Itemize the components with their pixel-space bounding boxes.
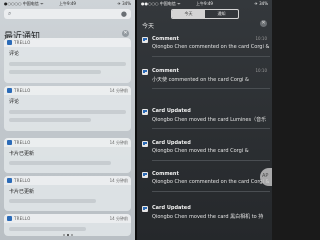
card-header: TRELLO 14 分钟前 (4, 86, 131, 95)
clock: 上午9:49 (59, 1, 76, 6)
notification-body: Qiongbo Chen commented on the card Corgi… (152, 179, 270, 185)
notification-item[interactable]: Comment 10:10 Qiongbo Chen commented on … (139, 36, 270, 57)
clock: 上午9:49 (196, 1, 213, 6)
app-name: TRELLO (14, 88, 31, 93)
tab-today[interactable]: 今天 (172, 10, 205, 18)
status-bar: ●○○○○ 中国电信 ᯤ 上午9:49 ✈ 34% (0, 0, 135, 8)
notification-title: Comment (152, 68, 179, 74)
section-title: 今天 (142, 23, 155, 30)
card-header: TRELLO 14 分钟前 (4, 214, 131, 223)
page-indicator (0, 234, 135, 236)
trello-icon (7, 140, 12, 145)
notification-title: Comment (152, 36, 179, 42)
blurred-content (9, 161, 111, 165)
card-header: TRELLO 14 分钟前 (4, 138, 131, 147)
trello-icon (142, 109, 148, 115)
notification-time: 14 分钟前 (109, 178, 128, 183)
notification-card[interactable]: TRELLO 14 分钟前 卡片已更新 (4, 176, 131, 211)
app-name: TRELLO (14, 40, 31, 45)
separator (152, 128, 270, 129)
notification-title: Card Updated (152, 205, 191, 211)
segmented-control: 今天 通知 (171, 9, 239, 19)
notification-item[interactable]: Card Updated Qiongbo Chen moved the card… (139, 140, 270, 161)
notification-item[interactable]: Card Updated Qiongbo Chen moved the card… (139, 108, 270, 129)
separator (152, 56, 270, 57)
trello-icon (142, 37, 148, 43)
page-dot (62, 234, 65, 236)
blurred-content (9, 199, 96, 203)
notification-text: 评论 (9, 99, 20, 105)
trello-icon (142, 172, 148, 178)
notification-text: 卡片已更新 (9, 151, 35, 157)
battery: ✈ 34% (117, 1, 131, 6)
app-name: TRELLO (14, 216, 31, 221)
page-dot (70, 234, 73, 236)
notification-title: Card Updated (152, 140, 191, 146)
app-name: TRELLO (14, 178, 31, 183)
notification-item[interactable]: Card Updated Qiongbo Chen moved the card… (139, 205, 270, 226)
separator (152, 191, 270, 192)
notification-body: Qiongbo Chen moved the card Lumines（音乐 (152, 117, 267, 123)
blurred-content (9, 227, 86, 231)
notification-card[interactable]: TRELLO 14 分钟前 卡片已更新 (4, 138, 131, 173)
notification-card[interactable]: TRELLO 评论 (4, 38, 131, 83)
status-bar: ●●○○○ 中国电信 ᯤ 上午9:49 ✈ 34% (137, 0, 272, 8)
trello-icon (7, 88, 12, 93)
notification-body: Qiongbo Chen moved the card Corgi & (152, 148, 249, 154)
trello-icon (142, 69, 148, 75)
trello-icon (7, 178, 12, 183)
blurred-content (9, 70, 101, 74)
notification-body: Qiongbo Chen moved the card 黑白相机 to 持 (152, 214, 264, 220)
notification-card[interactable]: TRELLO 14 分钟前 (4, 214, 131, 236)
page-dot (66, 234, 69, 236)
battery: ✈ 34% (254, 1, 268, 6)
notification-title: Card Updated (152, 108, 191, 114)
blurred-content (9, 62, 126, 66)
separator (152, 160, 270, 161)
notification-body: Qiongbo Chen commented on the card Corgi… (152, 44, 270, 50)
trello-icon (7, 40, 12, 45)
notification-center-left: ●○○○○ 中国电信 ᯤ 上午9:49 ✈ 34% ⌕ ● 最近通知 ✕ TRE… (0, 0, 135, 240)
notification-time: 14 分钟前 (109, 140, 128, 145)
assistive-label: AP (262, 173, 269, 179)
notification-center-right: ●●○○○ 中国电信 ᯤ 上午9:49 ✈ 34% 今天 通知 今天 ✕ Com… (137, 0, 272, 240)
notification-item[interactable]: Comment 10:10 小天使 commented on the card … (139, 68, 270, 89)
search-input[interactable]: ⌕ ● (4, 9, 131, 19)
app-name: TRELLO (14, 140, 31, 145)
search-icon: ⌕ (8, 10, 12, 17)
trello-icon (142, 141, 148, 147)
notification-item[interactable]: Comment Qiongbo Chen commented on the ca… (139, 171, 270, 192)
notification-time: 10:10 (255, 36, 267, 41)
trello-icon (142, 206, 148, 212)
notification-text: 卡片已更新 (9, 189, 35, 195)
blurred-content (9, 118, 91, 122)
card-header: TRELLO 14 分钟前 (4, 176, 131, 185)
microphone-icon[interactable]: ● (121, 10, 127, 18)
notification-body: 小天使 commented on the card Corgi & (152, 77, 249, 83)
notification-title: Comment (152, 171, 179, 177)
blurred-content (9, 110, 126, 114)
tab-notifications[interactable]: 通知 (205, 10, 238, 18)
clear-button[interactable]: ✕ (260, 20, 267, 27)
clear-button[interactable]: ✕ (122, 30, 129, 37)
card-header: TRELLO (4, 38, 131, 47)
separator (152, 88, 270, 89)
notification-time: 14 分钟前 (109, 88, 128, 93)
trello-icon (7, 216, 12, 221)
notification-text: 评论 (9, 51, 20, 57)
assistive-touch-button[interactable]: AP (260, 168, 272, 186)
notification-time: 10:10 (255, 68, 267, 73)
notification-time: 14 分钟前 (109, 216, 128, 221)
notification-card[interactable]: TRELLO 14 分钟前 评论 (4, 86, 131, 131)
